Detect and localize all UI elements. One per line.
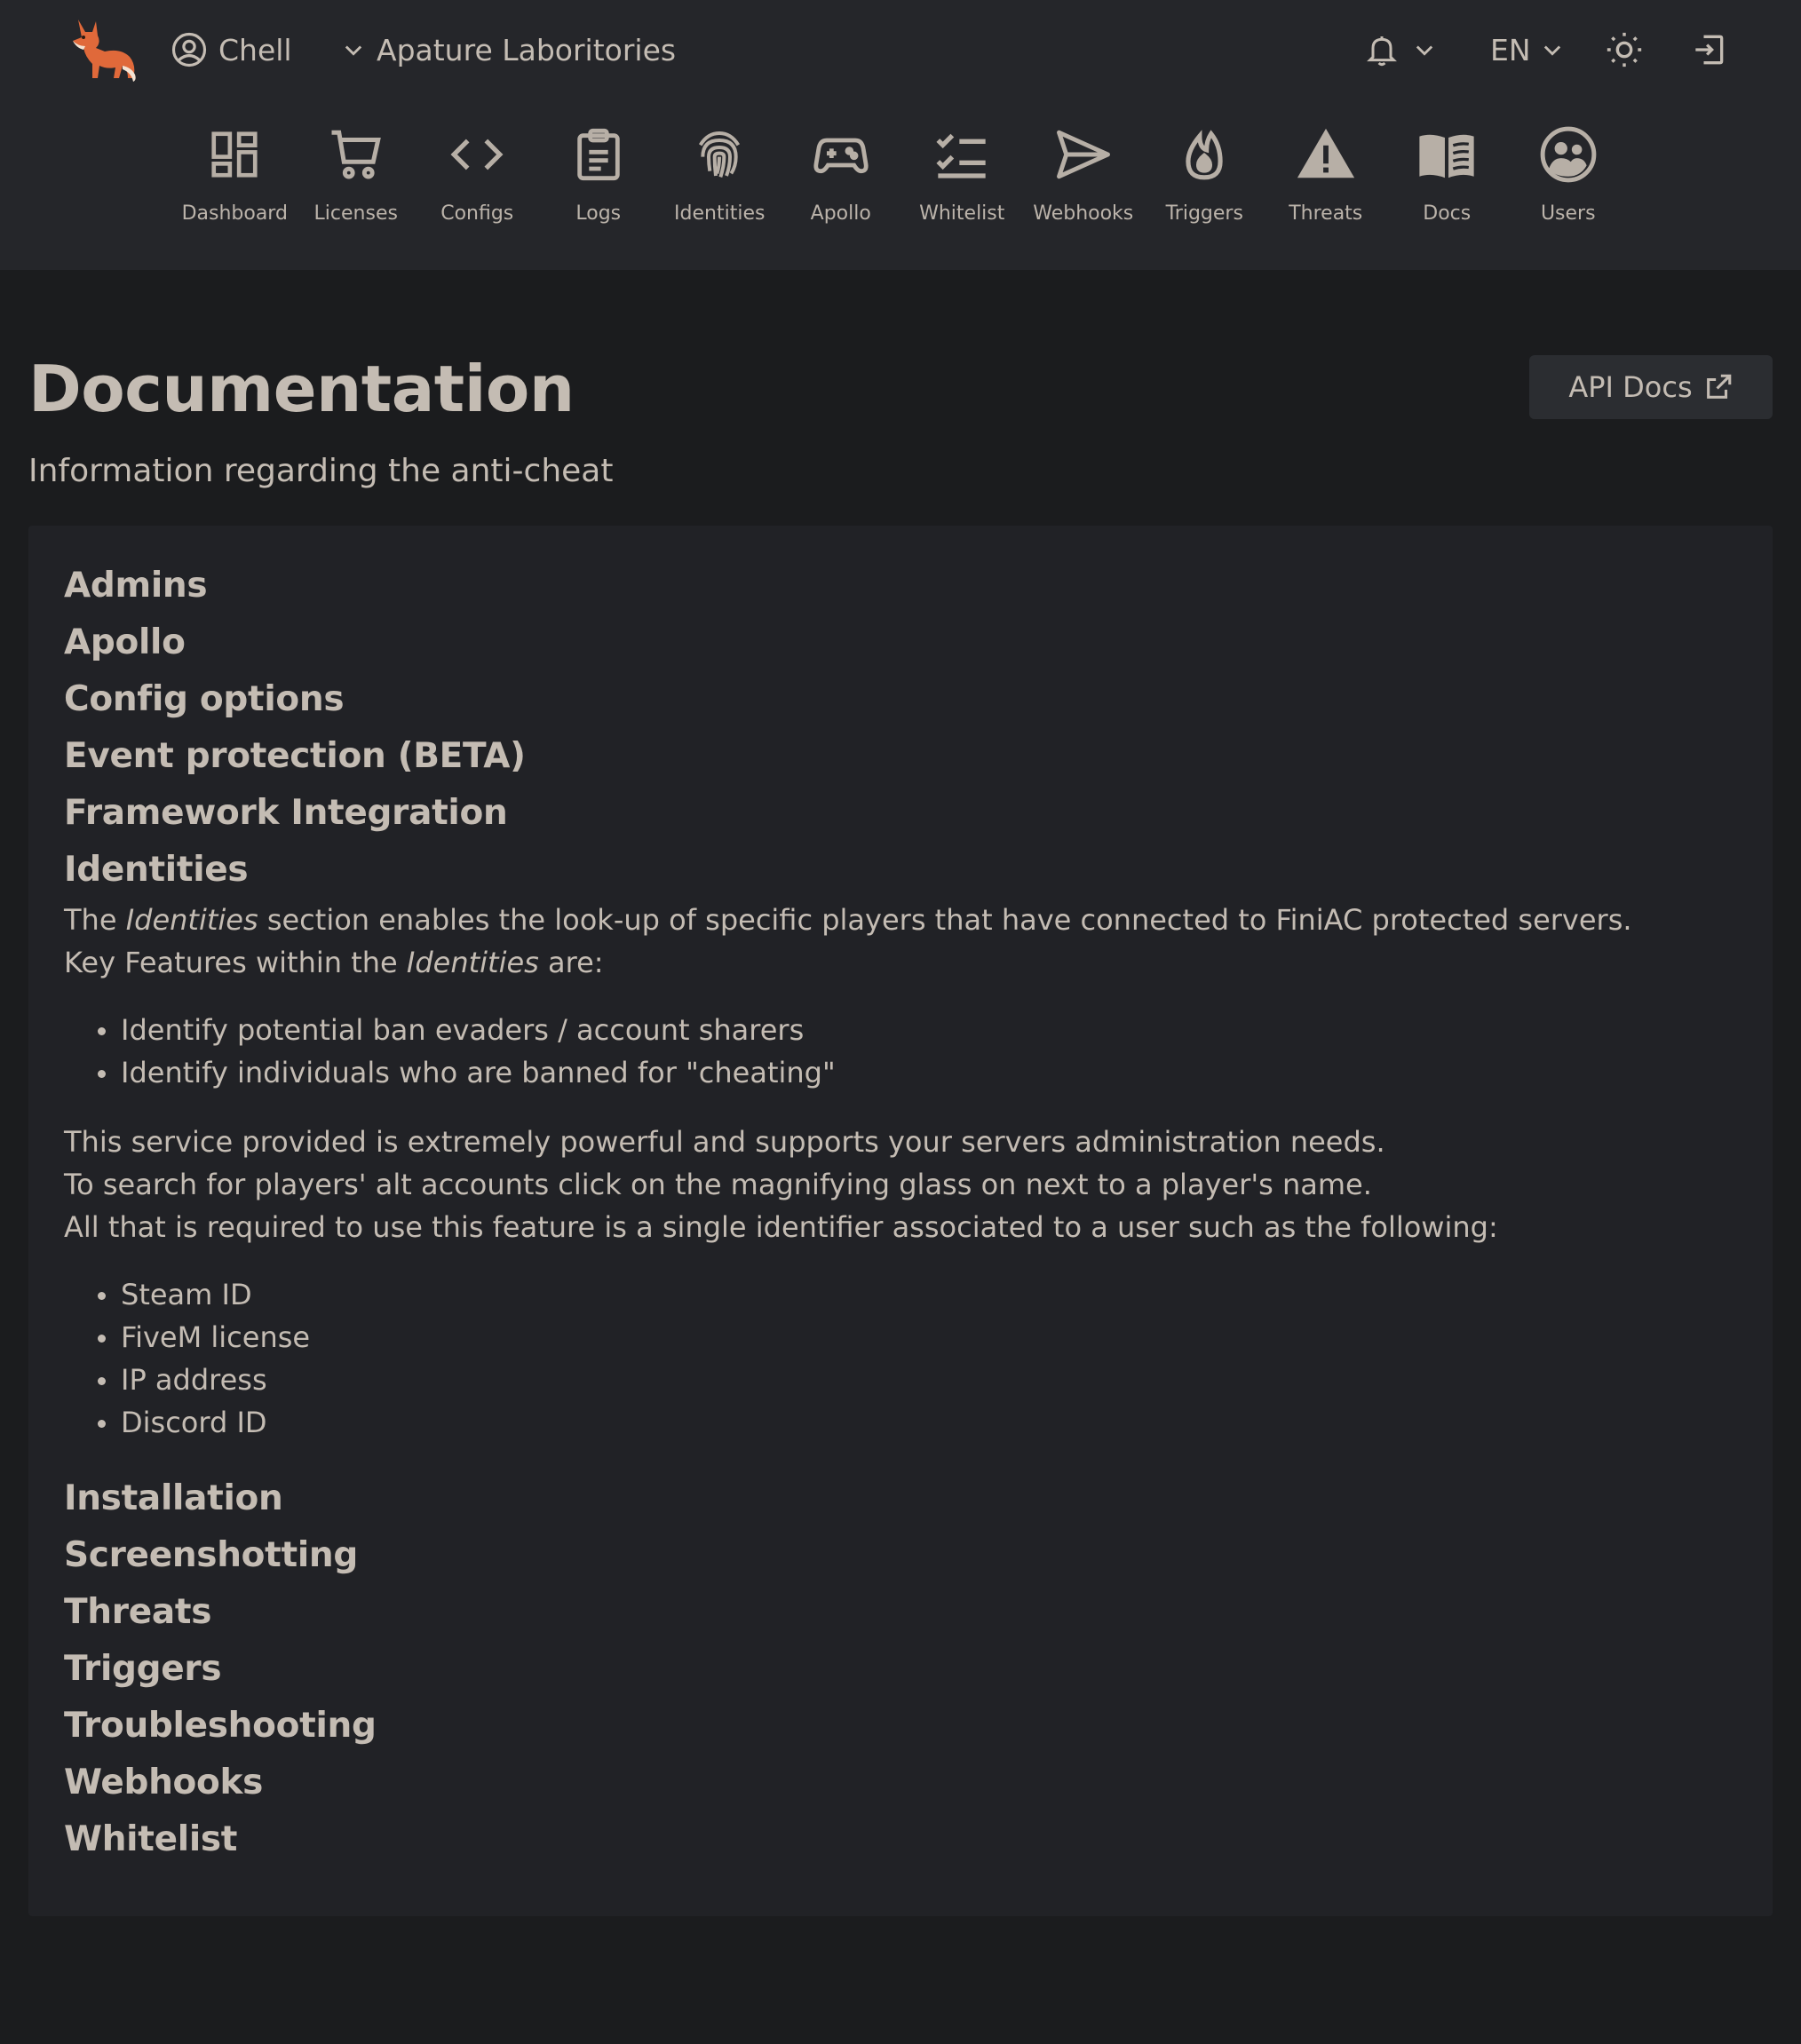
nav-label: Webhooks bbox=[1033, 202, 1134, 225]
nav-label: Docs bbox=[1423, 202, 1472, 225]
nav-identities[interactable]: Identities bbox=[659, 123, 781, 225]
section-admins[interactable]: Admins bbox=[64, 558, 1734, 614]
fox-logo-icon[interactable] bbox=[66, 16, 140, 83]
nav-dashboard[interactable]: Dashboard bbox=[174, 123, 296, 225]
sun-icon bbox=[1607, 32, 1642, 67]
identities-paragraph: This service provided is extremely power… bbox=[64, 1125, 1385, 1159]
text-emphasis: Identities bbox=[406, 946, 539, 979]
docs-card: Admins Apollo Config options Event prote… bbox=[28, 526, 1773, 1916]
external-link-icon bbox=[1706, 374, 1731, 399]
nav-logs[interactable]: Logs bbox=[538, 123, 660, 225]
page-subtitle: Information regarding the anti-cheat bbox=[28, 453, 614, 489]
flame-icon bbox=[1186, 130, 1223, 180]
bell-icon bbox=[1367, 36, 1397, 67]
list-item: FiveM license bbox=[64, 1316, 1734, 1359]
section-apollo[interactable]: Apollo bbox=[64, 614, 1734, 671]
nav-apollo[interactable]: Apollo bbox=[781, 123, 902, 225]
nav-label: Logs bbox=[575, 202, 622, 225]
text-emphasis: Identities bbox=[125, 903, 258, 937]
user-circle-icon bbox=[171, 32, 207, 67]
send-icon bbox=[1056, 130, 1110, 179]
section-identities[interactable]: Identities bbox=[64, 842, 1734, 899]
checklist-icon bbox=[936, 133, 986, 178]
nav-label: Users bbox=[1540, 202, 1596, 225]
notifications-button[interactable] bbox=[1364, 25, 1437, 75]
api-docs-button[interactable]: API Docs bbox=[1529, 355, 1773, 419]
chevron-down-icon bbox=[1416, 45, 1433, 56]
nav-licenses[interactable]: Licenses bbox=[296, 123, 417, 225]
section-webhooks[interactable]: Webhooks bbox=[64, 1755, 1734, 1811]
section-config-options[interactable]: Config options bbox=[64, 671, 1734, 728]
section-whitelist[interactable]: Whitelist bbox=[64, 1811, 1734, 1868]
page-title: Documentation bbox=[28, 352, 575, 426]
cart-icon bbox=[331, 130, 381, 179]
section-threats[interactable]: Threats bbox=[64, 1584, 1734, 1641]
section-installation[interactable]: Installation bbox=[64, 1470, 1734, 1527]
main-nav: Dashboard Licenses Configs Logs Identiti… bbox=[174, 123, 1629, 225]
text-span: are: bbox=[538, 946, 604, 979]
users-icon bbox=[1540, 126, 1597, 183]
nav-threats[interactable]: Threats bbox=[1265, 123, 1387, 225]
nav-users[interactable]: Users bbox=[1508, 123, 1630, 225]
section-event-protection[interactable]: Event protection (BETA) bbox=[64, 728, 1734, 785]
nav-label: Whitelist bbox=[919, 202, 1005, 225]
fingerprint-icon bbox=[699, 131, 741, 178]
list-item: Identify potential ban evaders / account… bbox=[64, 1009, 1734, 1051]
identities-body: The Identities section enables the look-… bbox=[64, 899, 1734, 1444]
identities-paragraph: To search for players' alt accounts clic… bbox=[64, 1168, 1372, 1201]
section-screenshotting[interactable]: Screenshotting bbox=[64, 1527, 1734, 1584]
identities-intro: The Identities section enables the look-… bbox=[64, 899, 1734, 941]
book-icon bbox=[1419, 134, 1474, 178]
identities-features-intro: Key Features within the Identities are: bbox=[64, 941, 1734, 984]
nav-label: Licenses bbox=[313, 202, 398, 225]
text-span: section enables the look-up of specific … bbox=[258, 903, 1632, 937]
list-item: Identify individuals who are banned for … bbox=[64, 1051, 1734, 1094]
language-selector[interactable]: EN bbox=[1490, 25, 1565, 75]
nav-label: Configs bbox=[440, 202, 514, 225]
org-name: Apature Laboritories bbox=[377, 32, 677, 67]
section-triggers[interactable]: Triggers bbox=[64, 1641, 1734, 1698]
section-framework-integration[interactable]: Framework Integration bbox=[64, 785, 1734, 842]
chevron-down-icon bbox=[345, 45, 362, 56]
nav-label: Identities bbox=[674, 202, 766, 225]
list-item: IP address bbox=[64, 1359, 1734, 1401]
logout-button[interactable] bbox=[1689, 25, 1728, 75]
top-bar: Chell Apature Laboritories EN bbox=[0, 0, 1801, 99]
dashboard-icon bbox=[211, 131, 258, 178]
nav-docs[interactable]: Docs bbox=[1386, 123, 1508, 225]
logout-icon bbox=[1695, 35, 1724, 65]
nav-label: Triggers bbox=[1165, 202, 1243, 225]
org-selector[interactable]: Apature Laboritories bbox=[341, 27, 676, 73]
gamepad-icon bbox=[813, 138, 869, 174]
nav-whitelist[interactable]: Whitelist bbox=[901, 123, 1023, 225]
clipboard-icon bbox=[577, 128, 620, 181]
chevron-down-icon bbox=[1543, 45, 1560, 56]
nav-configs[interactable]: Configs bbox=[417, 123, 538, 225]
code-icon bbox=[450, 139, 504, 170]
features-list: Identify potential ban evaders / account… bbox=[64, 1009, 1734, 1094]
section-troubleshooting[interactable]: Troubleshooting bbox=[64, 1698, 1734, 1755]
api-docs-label: API Docs bbox=[1568, 370, 1693, 404]
text-span: Key Features within the bbox=[64, 946, 407, 979]
nav-webhooks[interactable]: Webhooks bbox=[1023, 123, 1145, 225]
identifiers-list: Steam ID FiveM license IP address Discor… bbox=[64, 1273, 1734, 1444]
list-item: Discord ID bbox=[64, 1401, 1734, 1444]
user-menu[interactable]: Chell bbox=[171, 27, 292, 73]
theme-toggle[interactable] bbox=[1604, 25, 1645, 75]
user-name: Chell bbox=[218, 32, 292, 67]
nav-triggers[interactable]: Triggers bbox=[1144, 123, 1265, 225]
nav-label: Dashboard bbox=[181, 202, 288, 225]
nav-label: Apollo bbox=[810, 202, 871, 225]
docs-content: Admins Apollo Config options Event prote… bbox=[64, 558, 1734, 1868]
text-span: The bbox=[64, 903, 126, 937]
language-label: EN bbox=[1490, 32, 1531, 67]
identities-paragraph: All that is required to use this feature… bbox=[64, 1210, 1498, 1244]
list-item: Steam ID bbox=[64, 1273, 1734, 1316]
header: Chell Apature Laboritories EN Dashboard … bbox=[0, 0, 1801, 270]
nav-label: Threats bbox=[1289, 202, 1363, 225]
warning-icon bbox=[1297, 128, 1354, 178]
